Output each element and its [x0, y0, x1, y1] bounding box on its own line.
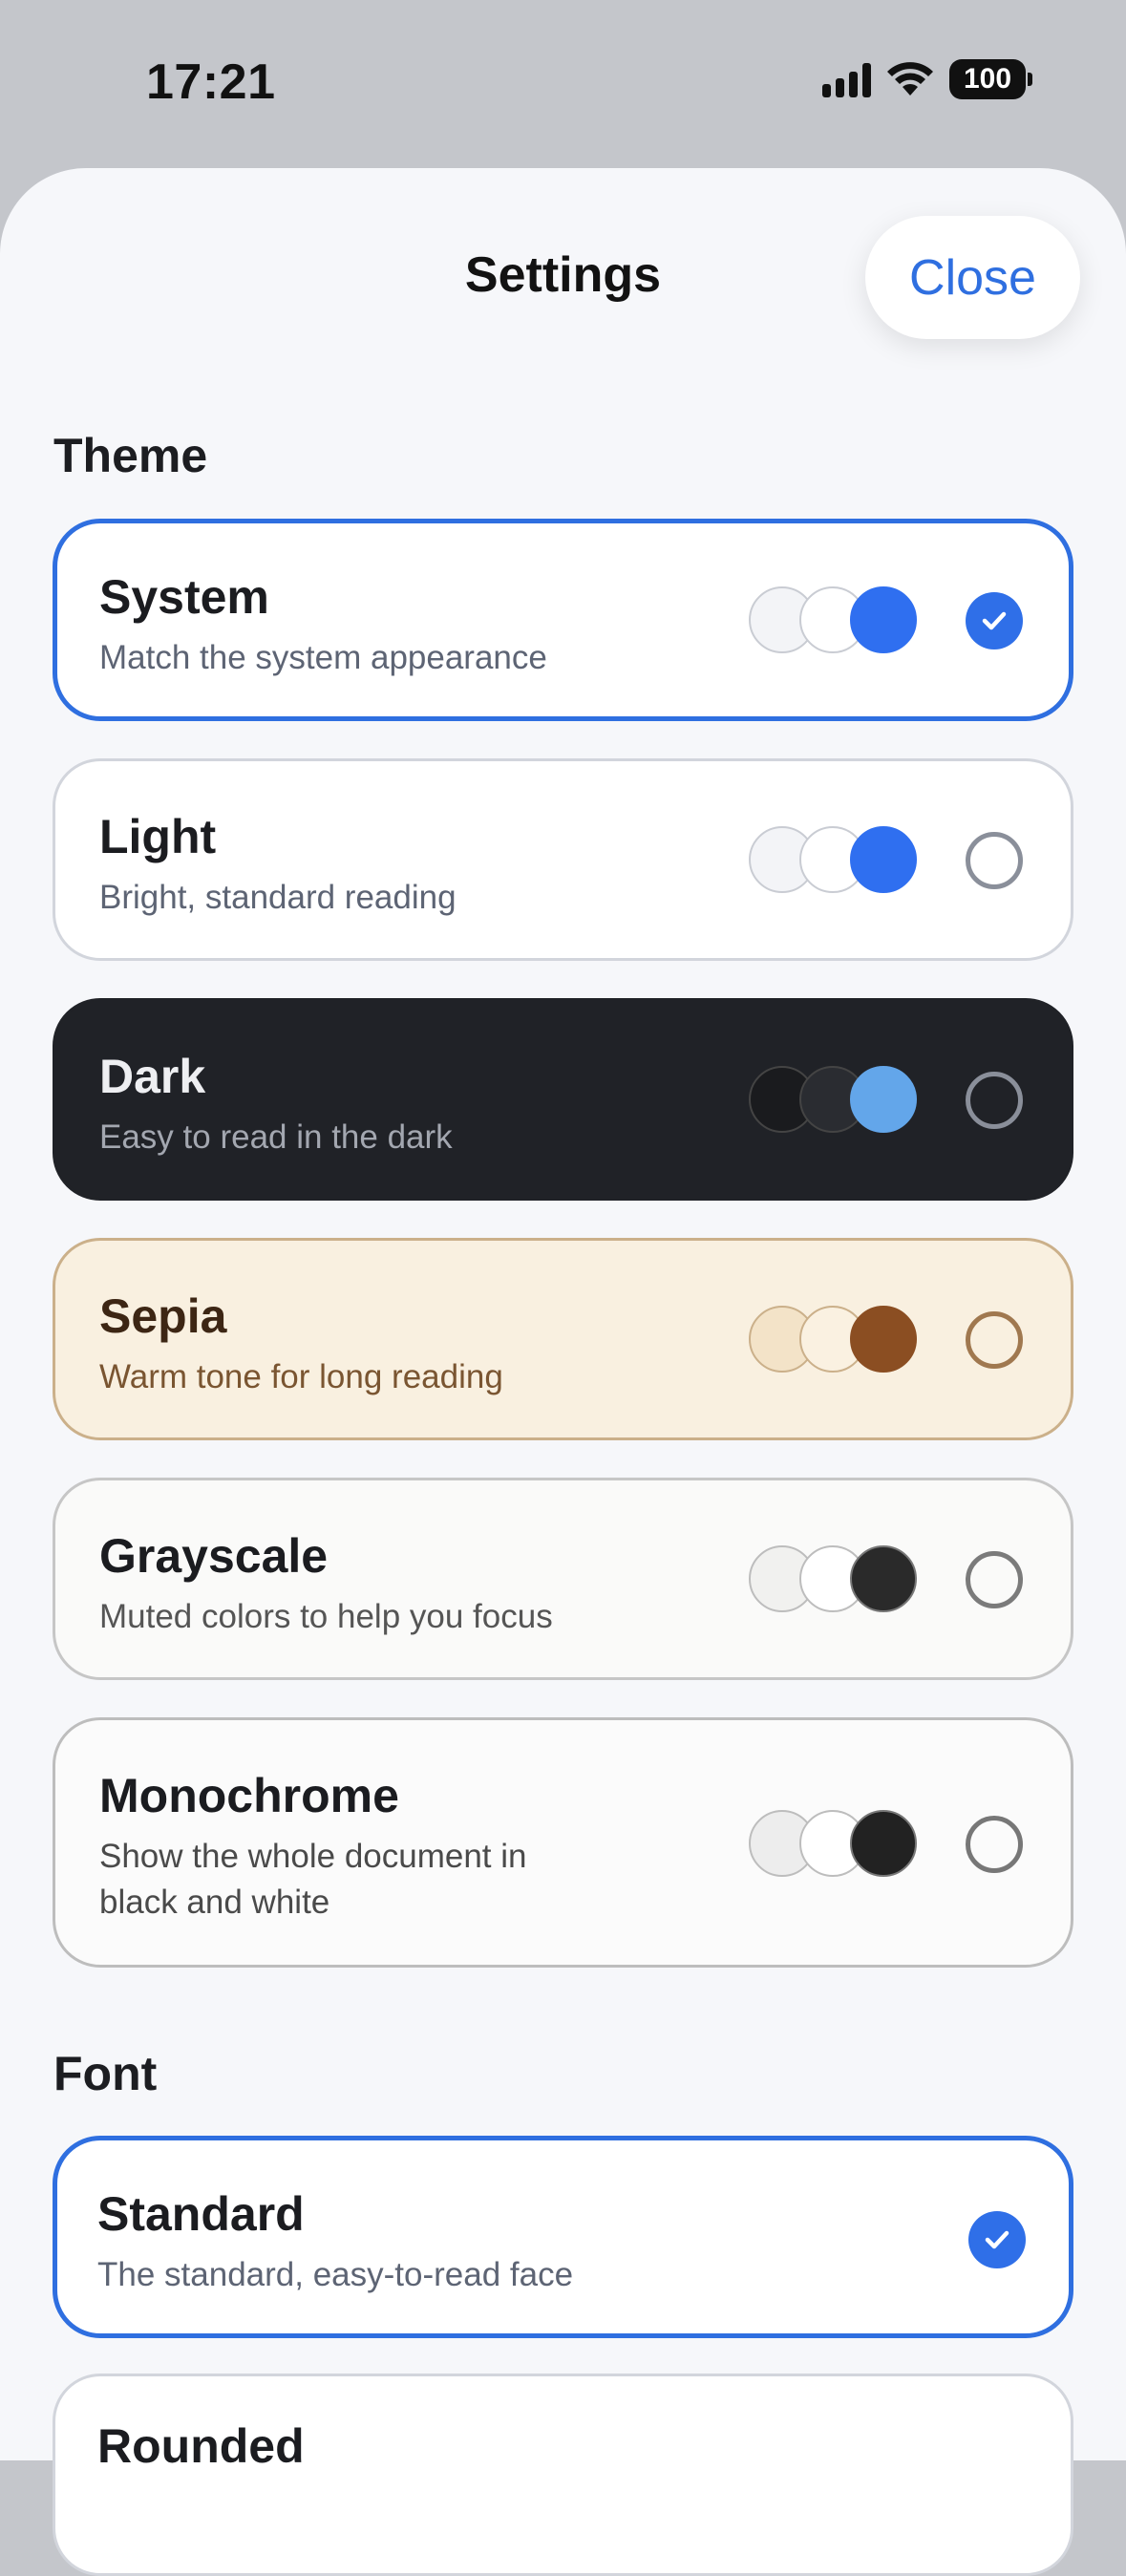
checkmark-icon[interactable]: [966, 592, 1023, 649]
font-option-title: Standard: [97, 2187, 305, 2241]
theme-swatches: [749, 1545, 917, 1612]
theme-option-subtitle: Show the whole document in black and whi…: [99, 1838, 527, 1921]
theme-option-title: System: [99, 570, 269, 624]
theme-swatches: [749, 826, 917, 893]
wifi-icon: [887, 62, 933, 96]
font-option-subtitle: The standard, easy-to-read face: [97, 2256, 574, 2293]
radio-button[interactable]: [966, 1072, 1023, 1129]
theme-swatches: [749, 1306, 917, 1373]
radio-button[interactable]: [966, 1551, 1023, 1608]
radio-button[interactable]: [966, 832, 1023, 889]
swatch-accent: [850, 586, 917, 653]
theme-swatches: [749, 586, 917, 653]
settings-sheet: Settings Close Theme System Match the sy…: [0, 168, 1126, 2576]
font-option-standard[interactable]: Standard The standard, easy-to-read face: [53, 2136, 1073, 2338]
theme-option-title: Light: [99, 810, 217, 863]
cellular-signal-icon: [822, 61, 871, 97]
theme-option-subtitle: Bright, standard reading: [99, 879, 457, 916]
battery-level: 100: [949, 59, 1026, 99]
status-bar: 17:21 100: [0, 0, 1126, 167]
font-option-title: Rounded: [97, 2419, 305, 2473]
theme-option-title: Grayscale: [99, 1529, 329, 1583]
theme-option-subtitle: Muted colors to help you focus: [99, 1598, 553, 1635]
theme-option-sepia[interactable]: Sepia Warm tone for long reading: [53, 1238, 1073, 1440]
font-option-rounded[interactable]: Rounded: [53, 2374, 1073, 2576]
theme-swatches: [749, 1810, 917, 1877]
theme-option-title: Dark: [99, 1050, 206, 1103]
theme-option-subtitle: Warm tone for long reading: [99, 1358, 503, 1395]
status-icons: 100: [822, 59, 1032, 99]
theme-option-dark[interactable]: Dark Easy to read in the dark: [53, 998, 1073, 1201]
status-time: 17:21: [146, 54, 276, 110]
checkmark-icon[interactable]: [968, 2211, 1026, 2268]
radio-button[interactable]: [966, 1311, 1023, 1369]
theme-option-monochrome[interactable]: Monochrome Show the whole document in bl…: [53, 1717, 1073, 1968]
theme-option-title: Monochrome: [99, 1769, 399, 1822]
theme-option-subtitle: Easy to read in the dark: [99, 1118, 453, 1156]
theme-option-grayscale[interactable]: Grayscale Muted colors to help you focus: [53, 1478, 1073, 1680]
theme-swatches: [749, 1066, 917, 1133]
battery-icon: 100: [949, 59, 1032, 99]
radio-button[interactable]: [966, 1816, 1023, 1873]
theme-section-label: Theme: [53, 429, 208, 482]
theme-option-subtitle: Match the system appearance: [99, 639, 547, 676]
theme-option-light[interactable]: Light Bright, standard reading: [53, 758, 1073, 961]
theme-option-title: Sepia: [99, 1289, 227, 1343]
theme-option-system[interactable]: System Match the system appearance: [53, 519, 1073, 721]
close-button[interactable]: Close: [865, 216, 1080, 339]
font-section-label: Font: [53, 2047, 158, 2100]
